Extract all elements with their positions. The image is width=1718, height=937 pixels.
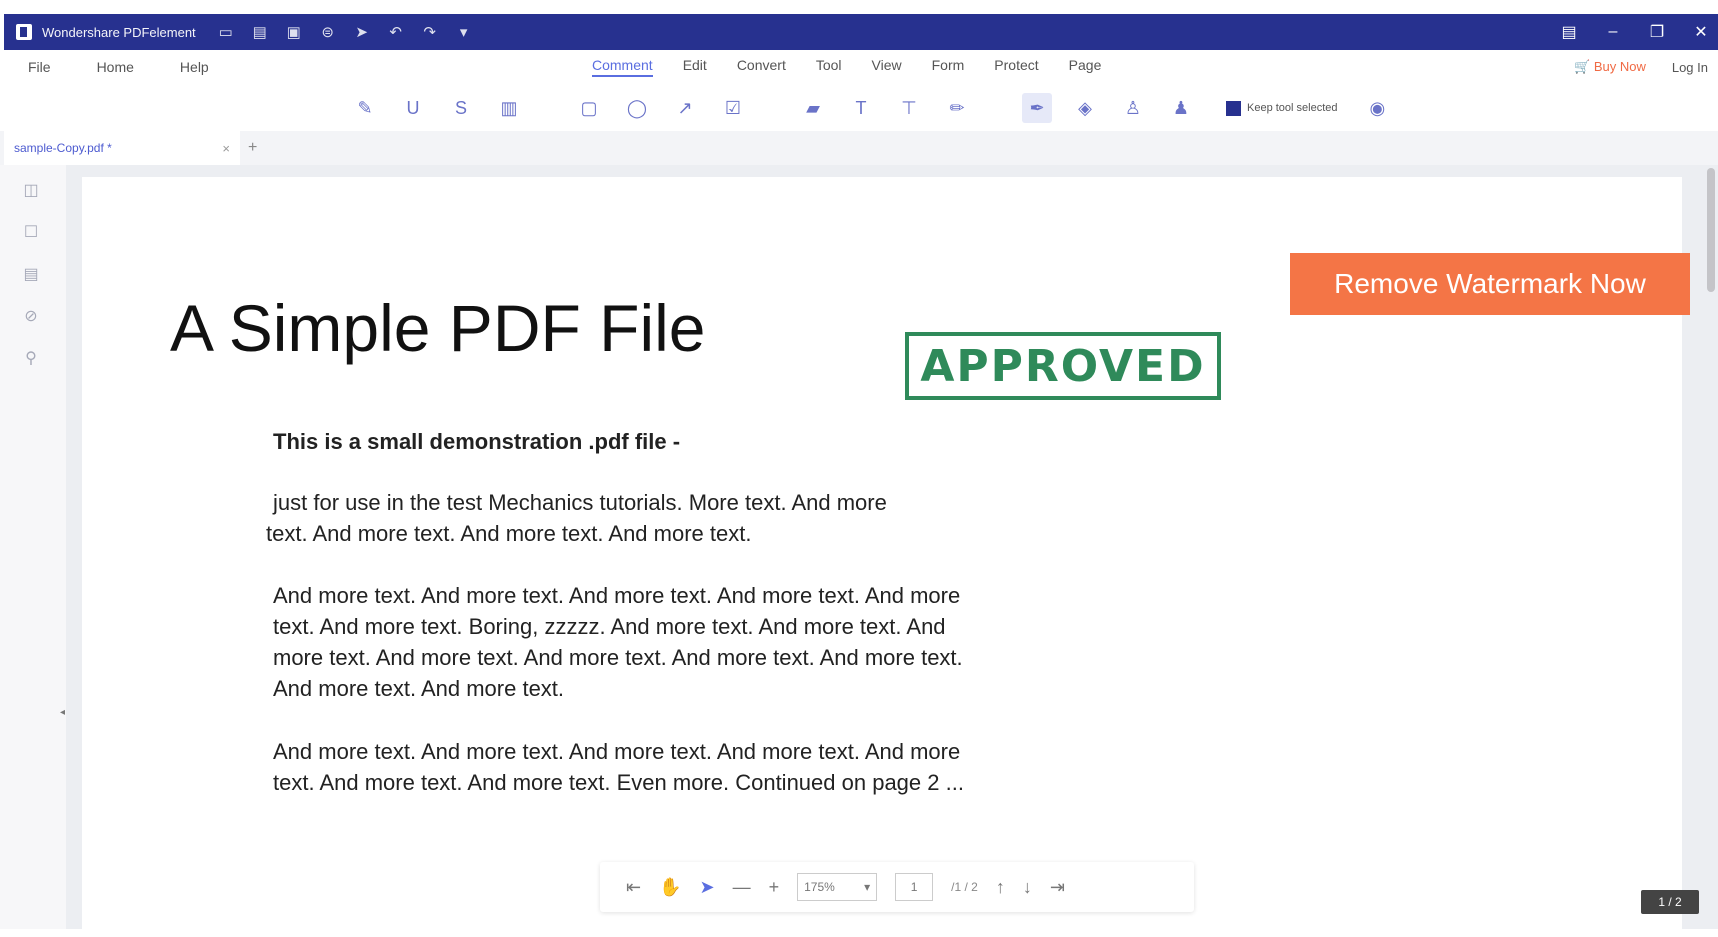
chevron-down-icon: ▾	[864, 880, 871, 894]
undo-icon[interactable]: ↶	[386, 23, 406, 41]
minimize-button[interactable]: –	[1604, 23, 1622, 41]
sticky-note-icon[interactable]: ▰	[798, 93, 828, 123]
document-tab-name: sample-Copy.pdf *	[14, 141, 112, 155]
customize-icon[interactable]: ▾	[454, 23, 474, 41]
tab-convert[interactable]: Convert	[737, 57, 786, 77]
fit-page-icon[interactable]: ⇤	[626, 877, 641, 898]
new-tab-icon[interactable]: +	[248, 139, 257, 157]
previous-page-icon[interactable]: ↑	[996, 877, 1005, 898]
pdfelement-logo-icon	[16, 24, 32, 40]
stamp-icon[interactable]: ♙	[1118, 93, 1148, 123]
select-cursor-icon[interactable]: ➤	[700, 877, 715, 898]
restore-button[interactable]: ❐	[1648, 22, 1666, 42]
paragraph-line: And more text. And more text. And more t…	[273, 583, 961, 608]
zoom-value: 175%	[804, 880, 835, 894]
close-tab-icon[interactable]: ×	[222, 141, 230, 156]
login-link[interactable]: Log In	[1672, 60, 1708, 75]
bookmarks-icon[interactable]: ☐	[20, 221, 42, 243]
tab-view[interactable]: View	[872, 57, 902, 77]
show-hide-comments-icon[interactable]: ◉	[1370, 98, 1386, 119]
cart-icon: 🛒	[1574, 59, 1591, 74]
checkbox-icon	[1226, 100, 1241, 116]
thumbnails-icon[interactable]: ◫	[20, 179, 42, 201]
remove-watermark-button[interactable]: Remove Watermark Now	[1290, 253, 1690, 315]
text-icon[interactable]: T	[846, 93, 876, 123]
feedback-icon[interactable]: ▤	[1560, 22, 1578, 42]
paragraph-line: And more text. And more text.	[273, 676, 565, 701]
buy-now-link[interactable]: 🛒 Buy Now	[1574, 59, 1646, 75]
tab-comment[interactable]: Comment	[592, 57, 653, 77]
paragraph-line: And more text. And more text. And more t…	[273, 739, 961, 764]
underline-icon[interactable]: U	[398, 93, 428, 123]
comments-icon[interactable]: ▤	[20, 263, 42, 285]
close-button[interactable]: ✕	[1692, 22, 1710, 42]
tab-edit[interactable]: Edit	[683, 57, 707, 77]
paragraph-line: more text. And more text. And more text.…	[273, 645, 963, 670]
document-heading: A Simple PDF File	[170, 291, 706, 365]
tab-page[interactable]: Page	[1069, 57, 1102, 77]
text-box-icon[interactable]: ⊤	[894, 93, 924, 123]
page-number-input[interactable]: 1	[895, 873, 934, 901]
quick-access-toolbar: ▭ ▤ ▣ ⊜ ➤ ↶ ↷ ▾	[216, 23, 474, 41]
attachments-icon[interactable]: ⊘	[20, 305, 42, 327]
open-icon[interactable]: ▭	[216, 23, 236, 41]
zoom-in-icon[interactable]: +	[769, 877, 780, 898]
paragraph-line: text. And more text. Boring, zzzzz. And …	[273, 614, 946, 639]
arrow-icon[interactable]: ↗	[670, 93, 700, 123]
highlight-icon[interactable]: ✎	[350, 93, 380, 123]
zoom-out-icon[interactable]: —	[733, 877, 751, 898]
shapes-more-icon[interactable]: ☑	[718, 93, 748, 123]
redo-icon[interactable]: ↷	[420, 23, 440, 41]
paragraph-line: text. And more text. And more text. And …	[266, 521, 752, 546]
keep-tool-label: Keep tool selected	[1247, 102, 1338, 114]
pen-icon[interactable]: ✒	[1022, 93, 1052, 123]
title-bar: Wondershare PDFelement ▭ ▤ ▣ ⊜ ➤ ↶ ↷ ▾ ▤…	[4, 14, 1718, 50]
vertical-scrollbar[interactable]	[1707, 168, 1715, 292]
menu-home[interactable]: Home	[97, 59, 134, 75]
paragraph-line: This is a small demonstration .pdf file …	[273, 429, 681, 454]
menu-help[interactable]: Help	[180, 59, 209, 75]
document-tab[interactable]: sample-Copy.pdf * ×	[4, 131, 240, 167]
left-sidebar: ◫ ☐ ▤ ⊘ ⚲ ◂	[0, 165, 67, 929]
eraser-icon[interactable]: ◈	[1070, 93, 1100, 123]
keep-tool-selected-checkbox[interactable]: Keep tool selected	[1226, 100, 1338, 116]
comment-toolbar: ✎ U S ▥ ▢ ◯ ↗ ☑ ▰ T ⊤ ✏ ✒ ◈ ♙ ♟ Keep too…	[350, 88, 1385, 128]
tab-protect[interactable]: Protect	[994, 57, 1038, 77]
tab-form[interactable]: Form	[932, 57, 965, 77]
approved-stamp[interactable]: APPROVED	[905, 332, 1221, 400]
hand-tool-icon[interactable]: ✋	[659, 877, 681, 898]
page-indicator-badge: 1 / 2	[1641, 890, 1699, 914]
tab-tool[interactable]: Tool	[816, 57, 842, 77]
signature-icon[interactable]: ♟	[1166, 93, 1196, 123]
rectangle-icon[interactable]: ▢	[574, 93, 604, 123]
document-tab-strip: sample-Copy.pdf * × +	[0, 131, 1718, 167]
save-as-icon[interactable]: ▣	[284, 23, 304, 41]
print-icon[interactable]: ⊜	[318, 23, 338, 41]
next-page-icon[interactable]: ↓	[1023, 877, 1032, 898]
area-highlight-icon[interactable]: ▥	[494, 93, 524, 123]
pencil-icon[interactable]: ✏	[942, 93, 972, 123]
menu-bar: File Home Help Comment Edit Convert Tool…	[4, 50, 1718, 84]
save-icon[interactable]: ▤	[250, 23, 270, 41]
page-navigation-bar: ⇤ ✋ ➤ — + 175% ▾ 1 /1 / 2 ↑ ↓ ⇥	[600, 862, 1194, 912]
paragraph-line: text. And more text. And more text. Even…	[273, 770, 964, 795]
page-total: /1 / 2	[951, 880, 978, 894]
zoom-select[interactable]: 175% ▾	[797, 873, 878, 901]
search-icon[interactable]: ⚲	[20, 347, 42, 369]
strikethrough-icon[interactable]: S	[446, 93, 476, 123]
last-page-icon[interactable]: ⇥	[1050, 877, 1065, 898]
oval-icon[interactable]: ◯	[622, 93, 652, 123]
paragraph-line: just for use in the test Mechanics tutor…	[273, 490, 887, 515]
window-controls: ▤ – ❐ ✕	[1560, 14, 1710, 50]
app-title: Wondershare PDFelement	[42, 24, 196, 40]
buy-now-label: Buy Now	[1593, 59, 1646, 74]
share-icon[interactable]: ➤	[352, 23, 372, 41]
collapse-sidebar-icon[interactable]: ◂	[60, 707, 65, 718]
menu-file[interactable]: File	[28, 59, 51, 75]
